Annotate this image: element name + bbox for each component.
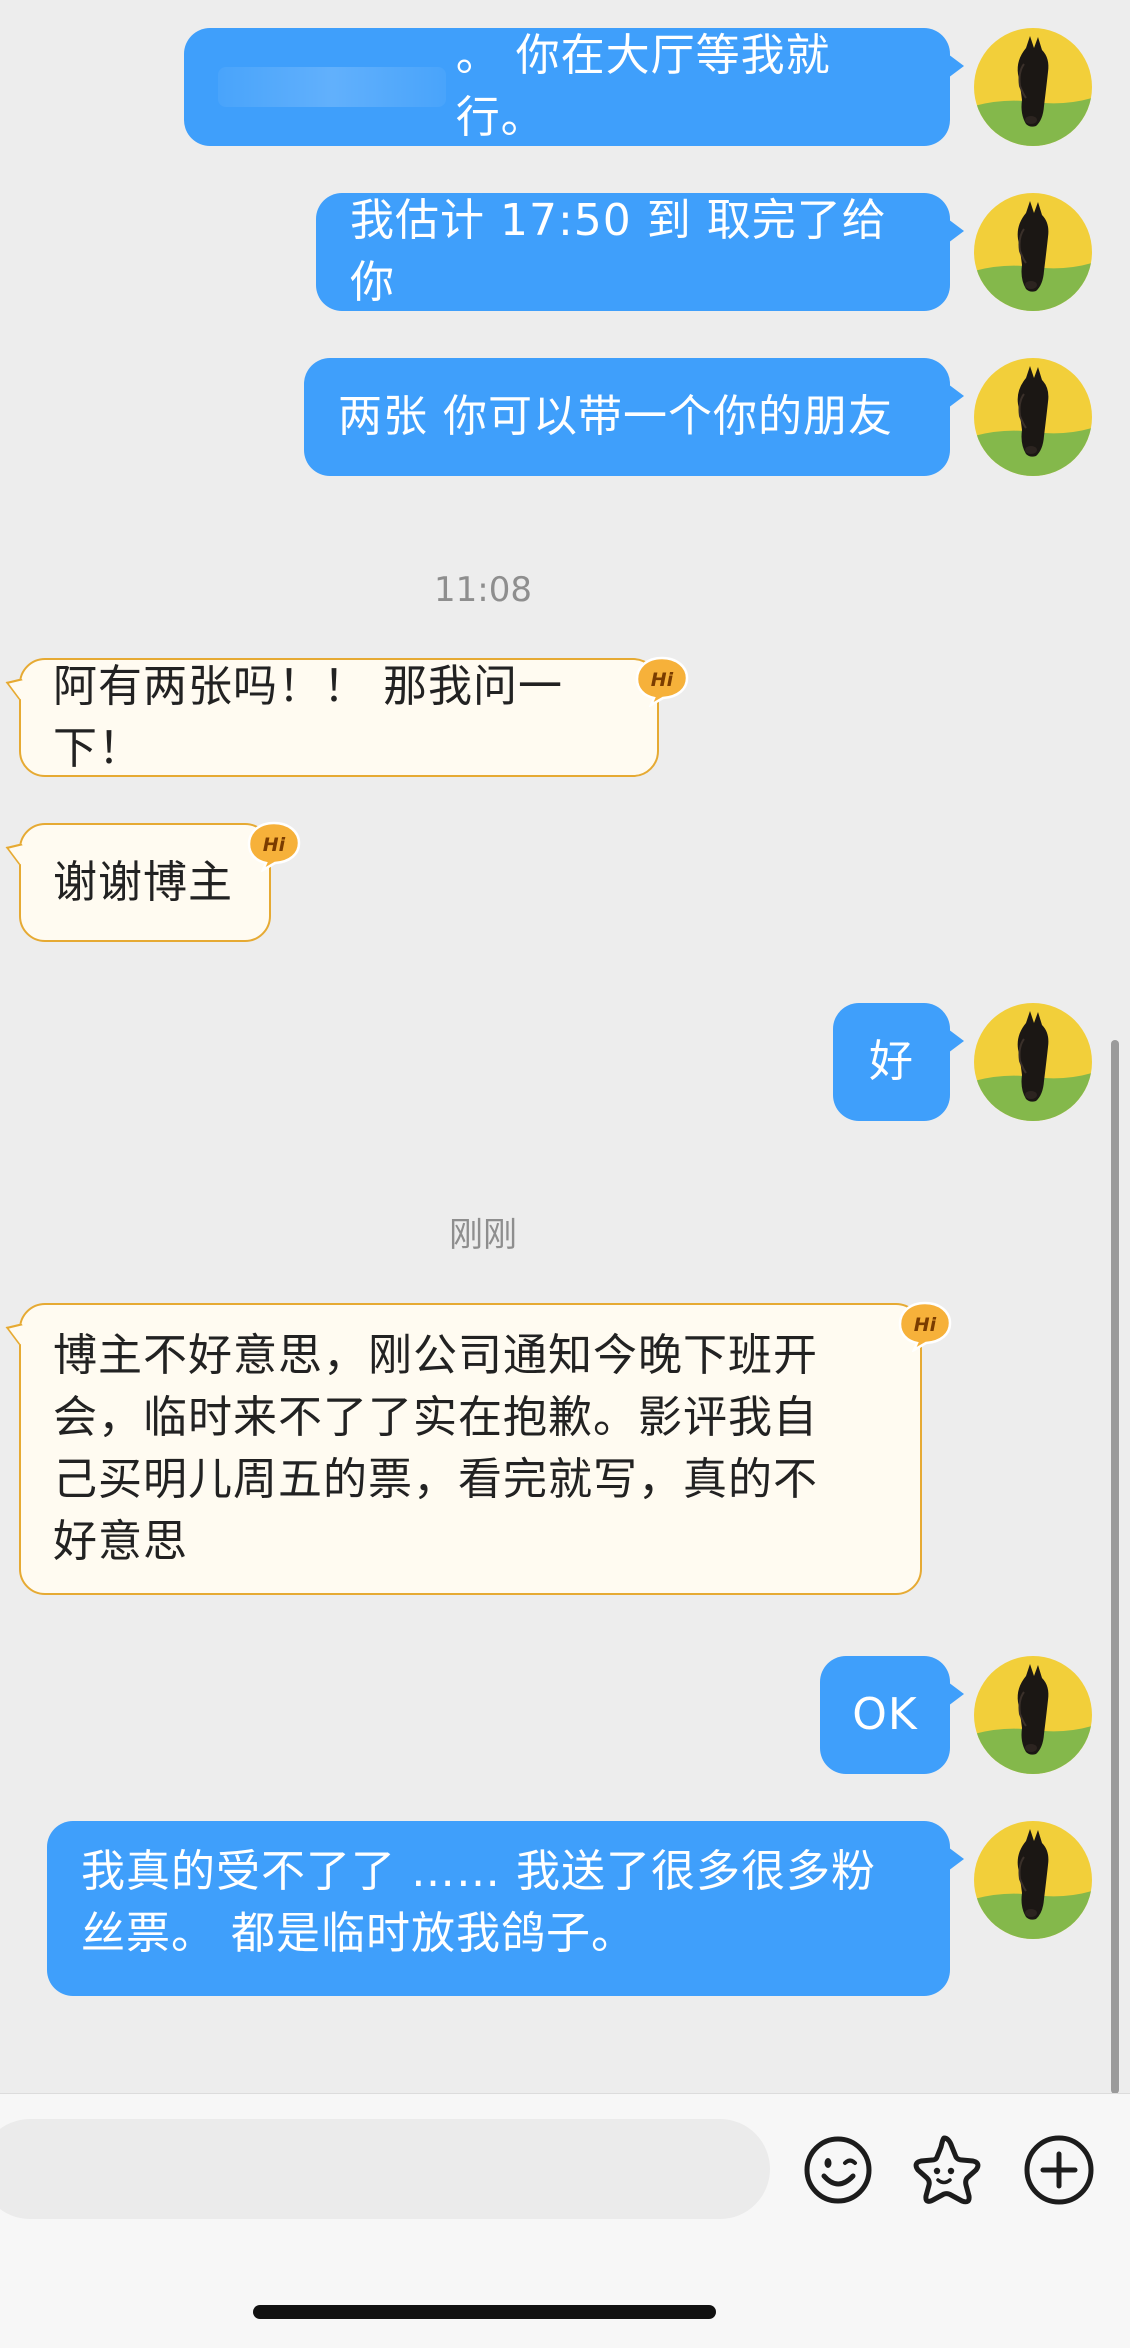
- outgoing-message[interactable]: 我真的受不了了 …… 我送了很多很多粉 丝票。 都是临时放我鸽子。: [47, 1821, 964, 1996]
- outgoing-message[interactable]: 。 你在大厅等我就行。: [184, 28, 964, 146]
- user-avatar[interactable]: [974, 28, 1092, 146]
- chat-message-list[interactable]: 。 你在大厅等我就行。 我估计 17:50 到 取完了给你 两张 你可以带一个你…: [0, 0, 1130, 2093]
- redacted-text: [218, 67, 446, 107]
- star-face-sticker-icon[interactable]: [904, 2130, 984, 2210]
- incoming-message[interactable]: 阿有两张吗！！ 那我问一下！: [19, 658, 659, 777]
- hi-badge-icon: [633, 655, 691, 707]
- user-avatar[interactable]: [974, 1003, 1092, 1121]
- outgoing-message[interactable]: 两张 你可以带一个你的朋友: [304, 358, 964, 476]
- message-input[interactable]: [0, 2119, 770, 2219]
- outgoing-message[interactable]: 我估计 17:50 到 取完了给你: [316, 193, 964, 311]
- hi-badge-icon: [245, 820, 303, 872]
- user-avatar[interactable]: [974, 1656, 1092, 1774]
- outgoing-message[interactable]: OK: [820, 1656, 964, 1774]
- message-text-line: 好意思: [53, 1516, 188, 1567]
- message-text-line: 我真的受不了了 …… 我送了很多很多粉: [81, 1846, 876, 1897]
- message-text: 谢谢博主: [53, 856, 233, 908]
- home-indicator[interactable]: [253, 2305, 716, 2319]
- message-text-line: 博主不好意思，刚公司通知今晚下班开: [53, 1330, 818, 1381]
- message-text-line: 会，临时来不了了实在抱歉。影评我自: [53, 1392, 818, 1443]
- message-text: 。 你在大厅等我就行。: [455, 30, 831, 143]
- user-avatar[interactable]: [974, 358, 1092, 476]
- incoming-message[interactable]: 谢谢博主: [19, 823, 271, 942]
- message-text: OK: [852, 1689, 918, 1740]
- message-timestamp: 刚刚: [449, 1215, 517, 1255]
- message-text: 好: [869, 1036, 914, 1087]
- emoji-smiley-icon[interactable]: [798, 2130, 878, 2210]
- scrollbar[interactable]: [1111, 1040, 1119, 2093]
- incoming-message[interactable]: 博主不好意思，刚公司通知今晚下班开 会，临时来不了了实在抱歉。影评我自 己买明儿…: [19, 1303, 922, 1595]
- message-text: 两张 你可以带一个你的朋友: [338, 391, 893, 442]
- hi-badge-icon: [896, 1300, 954, 1352]
- message-text-line: 己买明儿周五的票，看完就写，真的不: [53, 1454, 818, 1505]
- message-text: 我估计 17:50 到 取完了给你: [350, 195, 887, 308]
- message-timestamp: 11:08: [434, 570, 532, 610]
- outgoing-message[interactable]: 好: [833, 1003, 964, 1121]
- user-avatar[interactable]: [974, 193, 1092, 311]
- message-text: 阿有两张吗！！ 那我问一下！: [53, 660, 563, 774]
- plus-circle-icon[interactable]: [1019, 2130, 1099, 2210]
- message-text-line: 丝票。 都是临时放我鸽子。: [81, 1908, 636, 1959]
- user-avatar[interactable]: [974, 1821, 1092, 1939]
